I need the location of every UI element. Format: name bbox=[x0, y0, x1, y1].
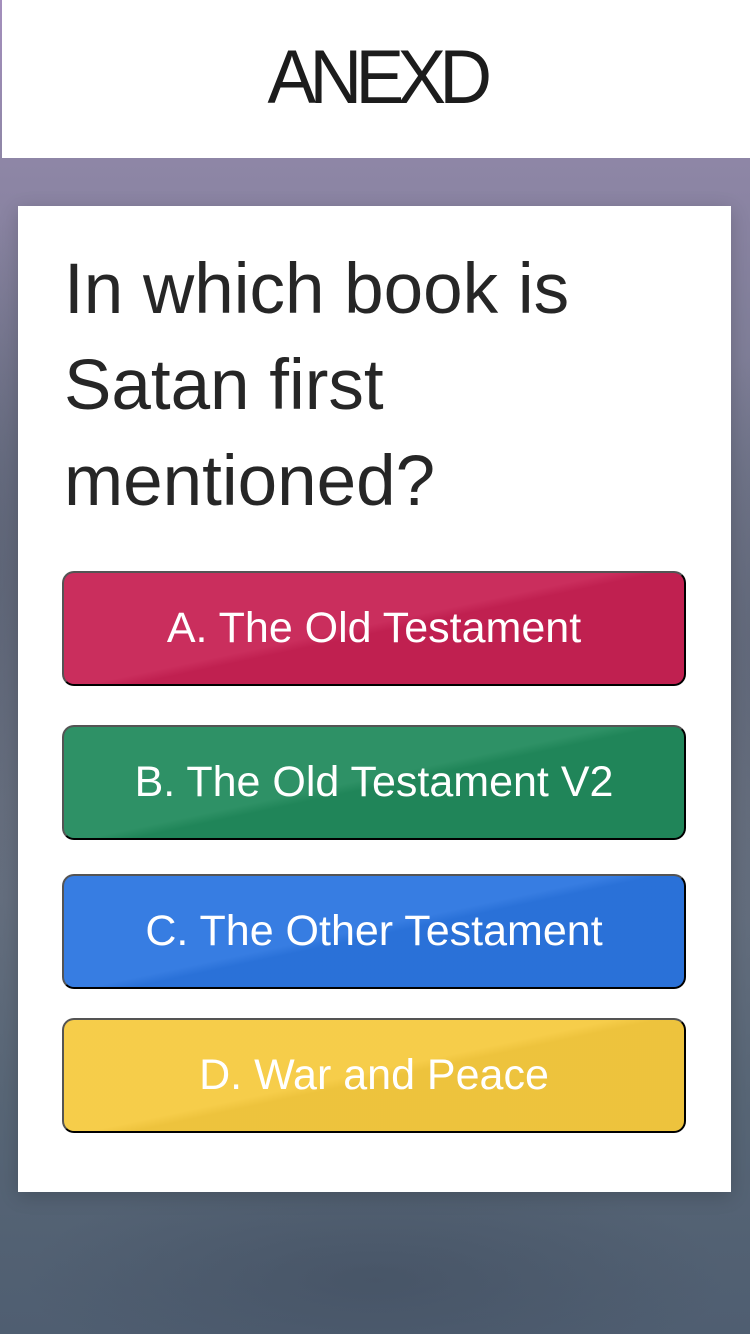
app-header: ANEXD bbox=[2, 0, 750, 158]
anexd-logo: ANEXD bbox=[267, 35, 491, 120]
question-card: In which book is Satan first mentioned? … bbox=[18, 206, 731, 1192]
answer-b-label: B. The Old Testament V2 bbox=[134, 758, 614, 806]
answer-c-label: C. The Other Testament bbox=[145, 907, 603, 955]
answer-d-button[interactable]: D. War and Peace bbox=[62, 1018, 686, 1133]
answer-a-button[interactable]: A. The Old Testament bbox=[62, 571, 686, 686]
answer-c-button[interactable]: C. The Other Testament bbox=[62, 874, 686, 989]
question-text: In which book is Satan first mentioned? bbox=[64, 250, 570, 521]
answer-b-button[interactable]: B. The Old Testament V2 bbox=[62, 725, 686, 840]
answer-a-label: A. The Old Testament bbox=[166, 604, 582, 652]
answer-d-label: D. War and Peace bbox=[199, 1051, 549, 1099]
